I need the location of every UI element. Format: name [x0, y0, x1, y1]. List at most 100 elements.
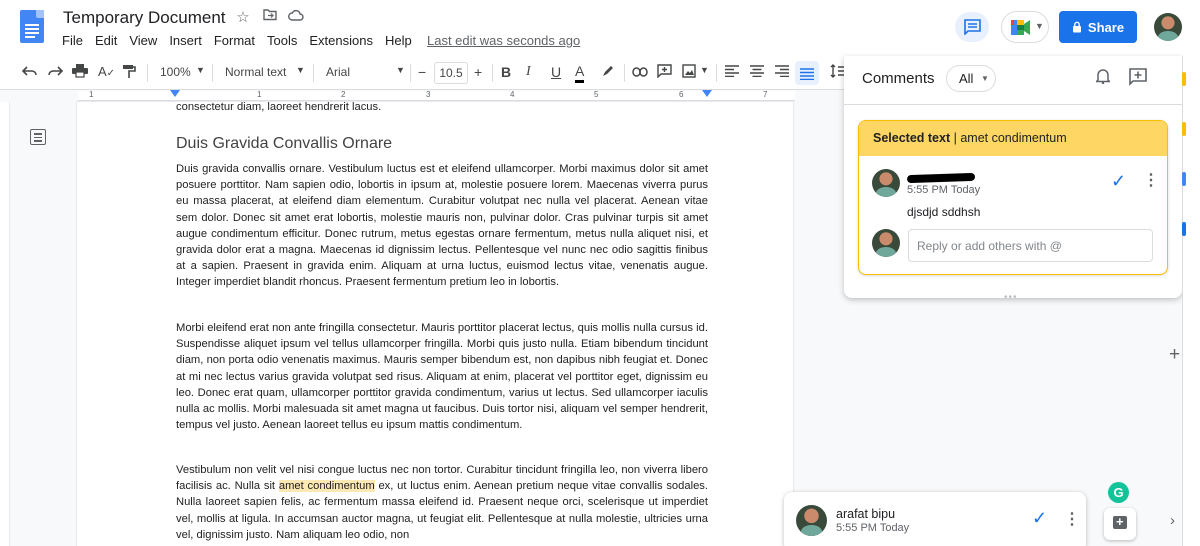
ruler-number: 7 [763, 90, 768, 99]
menu-format[interactable]: Format [214, 33, 255, 48]
ruler-number: 1 [257, 90, 262, 99]
comments-filter-label: All [959, 71, 974, 86]
meet-button[interactable]: ▼ [1001, 11, 1049, 43]
share-button[interactable]: Share [1059, 11, 1137, 43]
spellcheck-icon[interactable]: A✓ [98, 64, 115, 82]
paint-format-icon[interactable] [122, 64, 136, 82]
expand-side-panel-icon[interactable]: › [1170, 512, 1175, 529]
redacted-author-name [906, 172, 976, 184]
resolve-check-icon[interactable]: ✓ [1111, 171, 1126, 192]
right-indent-marker[interactable] [702, 90, 712, 97]
toolbar-divider [492, 64, 493, 82]
reply-input[interactable]: Reply or add others with @ [908, 229, 1153, 262]
link-icon[interactable] [632, 64, 648, 82]
align-right-icon[interactable] [775, 64, 789, 82]
decrease-font-size-button[interactable]: − [418, 64, 426, 82]
menu-edit[interactable]: Edit [95, 33, 117, 48]
underline-button[interactable]: U [551, 64, 561, 82]
undo-icon[interactable] [21, 64, 38, 82]
toolbar-divider [716, 64, 717, 82]
style-dropdown-icon[interactable]: ▼ [296, 65, 305, 75]
zoom-dropdown-icon[interactable]: ▼ [196, 65, 205, 75]
insert-image-icon[interactable] [682, 64, 696, 82]
justify-icon[interactable] [795, 61, 819, 85]
comments-panel: Comments All ▼ Selected text | amet cond… [844, 56, 1182, 303]
contacts-app-icon[interactable] [1182, 222, 1186, 236]
align-left-icon[interactable] [725, 64, 739, 82]
paragraph-3: Vestibulum non velit vel nisi congue luc… [176, 462, 708, 543]
image-dropdown-icon[interactable]: ▼ [700, 65, 709, 75]
redo-icon[interactable] [47, 64, 64, 82]
ruler-number: 3 [426, 90, 431, 99]
comment-timestamp: 5:55 PM Today [836, 522, 910, 534]
ruler-track[interactable] [78, 91, 795, 101]
docs-logo-icon[interactable] [20, 10, 44, 43]
account-avatar[interactable] [1154, 13, 1182, 41]
grammarly-icon[interactable]: G [1108, 482, 1129, 503]
commenter-avatar [872, 169, 900, 197]
style-select[interactable]: Normal text [225, 65, 286, 79]
comment-icon [964, 19, 981, 35]
comments-filter-select[interactable]: All ▼ [946, 65, 996, 92]
share-label: Share [1087, 19, 1125, 35]
tasks-app-icon[interactable] [1182, 172, 1186, 186]
italic-button[interactable]: I [526, 64, 531, 82]
document-heading: Duis Gravida Convallis Ornare [176, 135, 393, 152]
new-comment-icon[interactable] [1129, 68, 1147, 91]
notification-bell-icon[interactable] [1094, 68, 1112, 89]
zoom-select[interactable]: 100% [160, 65, 191, 79]
font-dropdown-icon[interactable]: ▼ [396, 65, 405, 75]
more-options-icon[interactable]: ⋮ [1064, 509, 1080, 529]
print-icon[interactable] [72, 64, 88, 82]
floating-comment-card[interactable]: arafat bipu 5:55 PM Today ✓ ⋮ [784, 492, 1086, 546]
left-indent-marker[interactable] [170, 90, 180, 97]
comment-author: arafat bipu [836, 507, 896, 521]
move-folder-icon[interactable] [261, 8, 279, 25]
more-options-icon[interactable]: ⋮ [1143, 170, 1159, 190]
resolve-check-icon[interactable]: ✓ [1032, 508, 1047, 529]
menu-file[interactable]: File [62, 33, 83, 48]
panel-divider [844, 104, 1182, 105]
keep-app-icon[interactable] [1182, 122, 1186, 136]
menu-tools[interactable]: Tools [267, 33, 297, 48]
keep-app-icon[interactable] [1182, 72, 1186, 86]
paragraph-2: Morbi eleifend erat non ante fringilla c… [176, 322, 708, 432]
menu-view[interactable]: View [129, 33, 157, 48]
font-size-input[interactable]: 10.5 [434, 62, 468, 84]
add-comment-icon[interactable] [657, 64, 672, 82]
highlight-color-icon[interactable] [601, 64, 615, 82]
comment-history-button[interactable] [955, 12, 989, 42]
filter-dropdown-icon: ▼ [981, 74, 989, 83]
add-ons-plus-icon[interactable]: + [1169, 344, 1180, 366]
reply-avatar [872, 229, 900, 257]
menu-insert[interactable]: Insert [169, 33, 202, 48]
line-spacing-icon[interactable] [830, 64, 844, 82]
align-center-icon[interactable] [750, 64, 764, 82]
menu-help[interactable]: Help [385, 33, 412, 48]
document-page[interactable]: consectetur diam, laoreet hendrerit lacu… [77, 102, 793, 546]
last-edit-link[interactable]: Last edit was seconds ago [427, 33, 580, 48]
selected-text-quote: amet condimentum [960, 131, 1067, 145]
add-comment-button[interactable] [1104, 508, 1136, 540]
toolbar-divider [624, 64, 625, 82]
selected-text-label: Selected text [873, 131, 951, 145]
panel-resize-handle[interactable]: ••• [1004, 292, 1018, 303]
toolbar-divider [212, 64, 213, 82]
increase-font-size-button[interactable]: + [474, 64, 482, 82]
commented-text-highlight[interactable]: amet condimentum [278, 480, 375, 493]
cloud-status-icon[interactable] [287, 8, 305, 25]
document-title[interactable]: Temporary Document [63, 8, 226, 28]
ruler-number: 4 [510, 90, 515, 99]
menu-bar: File Edit View Insert Format Tools Exten… [62, 33, 424, 48]
paragraph-fragment: consectetur diam, laoreet hendrerit lacu… [176, 102, 382, 113]
commenter-avatar [796, 505, 827, 536]
paragraph-1: Duis gravida convallis ornare. Vestibulu… [176, 163, 708, 289]
menu-extensions[interactable]: Extensions [309, 33, 373, 48]
comment-card[interactable]: Selected text | amet condimentum 5:55 PM… [858, 120, 1168, 275]
font-select[interactable]: Arial [326, 65, 350, 79]
bold-button[interactable]: B [501, 64, 511, 82]
text-color-button[interactable]: A [575, 64, 585, 83]
ruler-number: 5 [594, 90, 599, 99]
star-icon[interactable]: ☆ [234, 8, 252, 26]
document-outline-icon[interactable] [30, 129, 46, 145]
